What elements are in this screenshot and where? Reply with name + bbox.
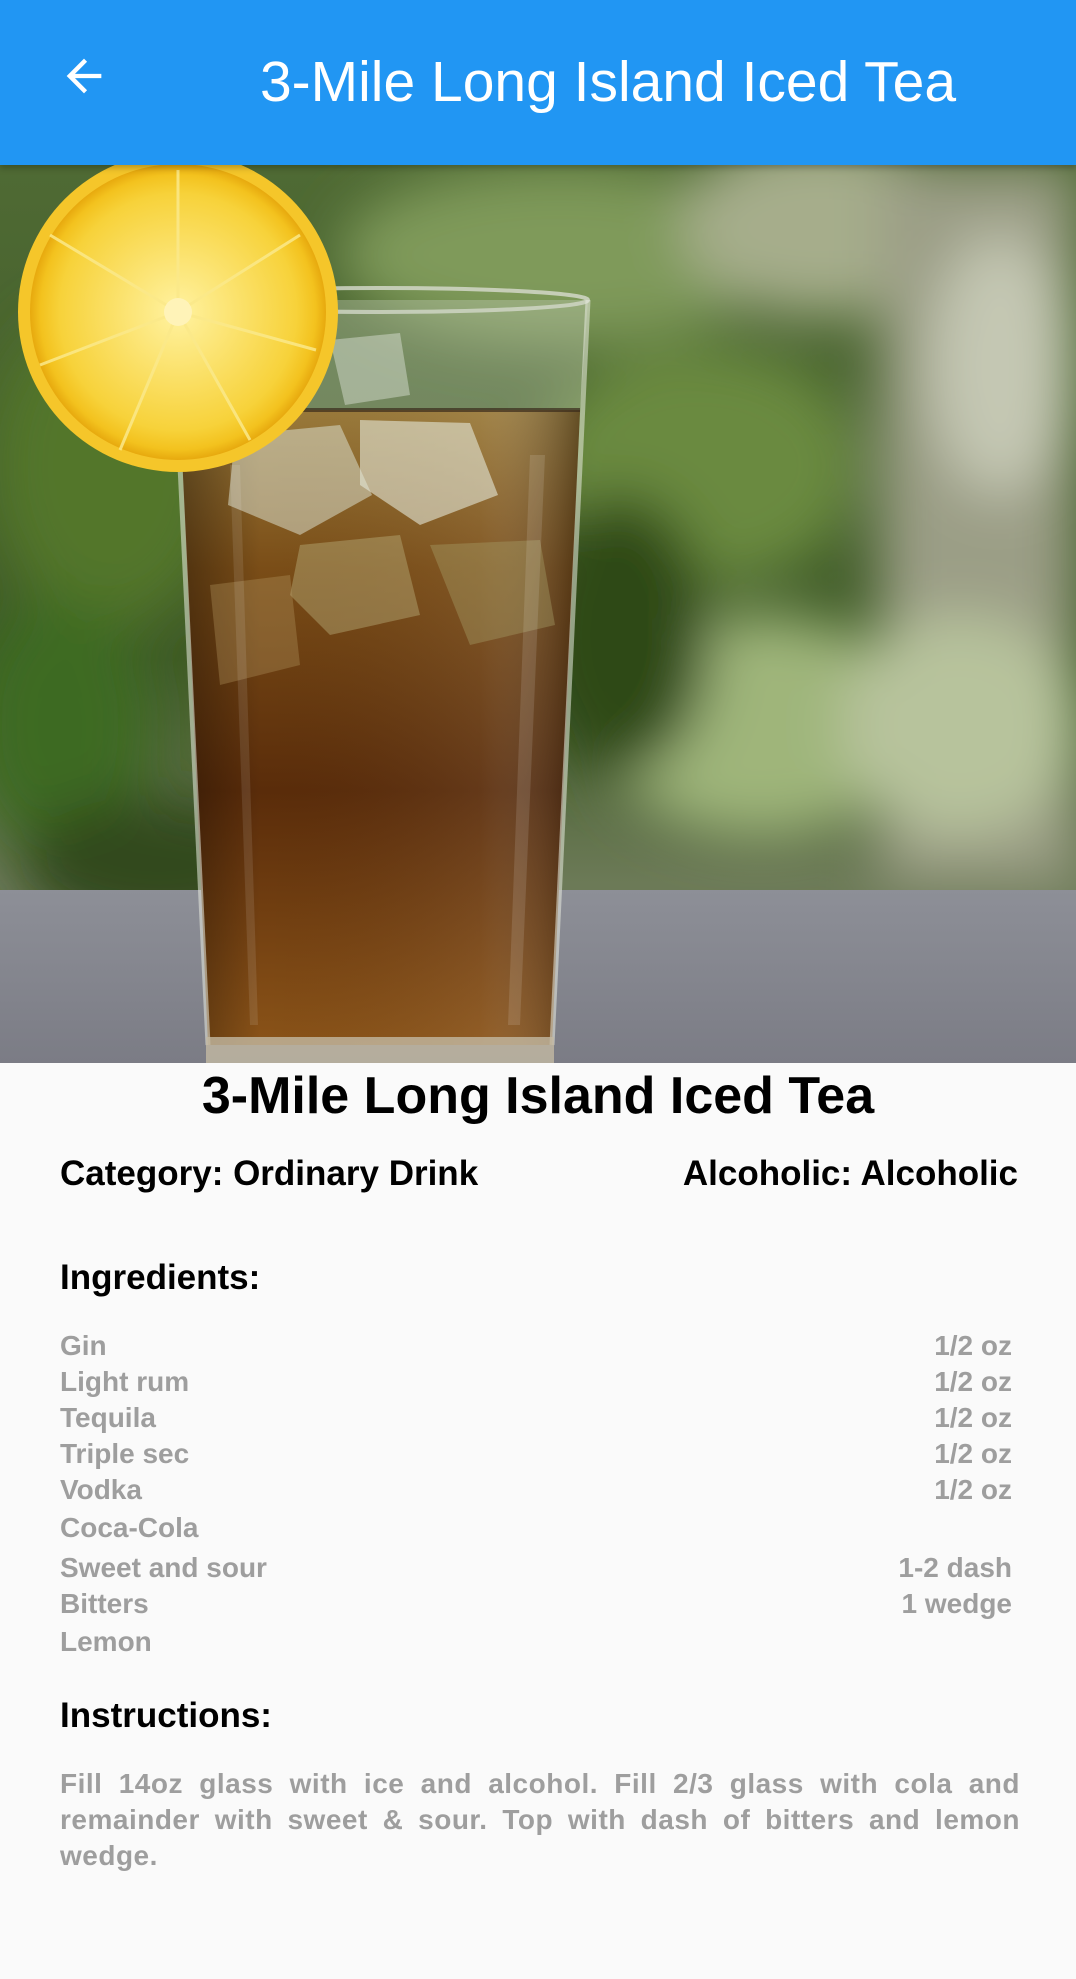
ingredient-measure: 1 wedge: [901, 1588, 1012, 1619]
category-label: Category: Ordinary Drink: [60, 1154, 479, 1193]
ingredient-row: Triple sec 1/2 oz: [60, 1436, 1012, 1472]
ingredient-name: Lemon: [60, 1626, 152, 1657]
ingredient-row: Bitters 1 wedge: [60, 1586, 1012, 1624]
ingredient-measure: 1/2 oz: [934, 1438, 1012, 1469]
app-bar: 3-Mile Long Island Iced Tea: [0, 0, 1076, 165]
ingredient-measure: 1/2 oz: [934, 1402, 1012, 1433]
ingredient-row: Vodka 1/2 oz: [60, 1472, 1012, 1510]
drink-title: 3-Mile Long Island Iced Tea: [201, 1067, 875, 1125]
ingredient-name: Gin: [60, 1330, 107, 1361]
alcoholic-label: Alcoholic: Alcoholic: [682, 1154, 1018, 1193]
ingredient-row: Gin 1/2 oz: [60, 1328, 1012, 1364]
app-bar-title: 3-Mile Long Island Iced Tea: [259, 50, 957, 114]
ingredient-name: Tequila: [60, 1402, 156, 1433]
ingredients-heading: Ingredients:: [60, 1258, 261, 1297]
ingredient-name: Bitters: [60, 1588, 149, 1619]
instructions-text: Fill 14oz glass with ice and alcohol. Fi…: [60, 1768, 1020, 1871]
ingredient-measure: 1/2 oz: [934, 1330, 1012, 1361]
drink-meta-row: Category: Ordinary Drink Alcoholic: Alco…: [60, 1152, 1018, 1196]
instructions-heading: Instructions:: [60, 1696, 272, 1735]
ingredient-name: Coca-Cola: [60, 1512, 199, 1543]
ingredient-measure: 1/2 oz: [934, 1474, 1012, 1505]
ingredient-name: Vodka: [60, 1474, 142, 1505]
ingredient-name: Triple sec: [60, 1438, 190, 1469]
ingredient-row: Coca-Cola: [60, 1510, 1012, 1550]
arrow-left-icon: [66, 58, 102, 94]
ingredient-row: Light rum 1/2 oz: [60, 1364, 1012, 1400]
ingredients-list: Gin 1/2 oz Light rum 1/2 oz Tequila 1/2 …: [60, 1328, 1012, 1660]
ingredient-measure: 1-2 dash: [898, 1552, 1012, 1583]
ingredient-row: Sweet and sour 1-2 dash: [60, 1550, 1012, 1586]
ingredient-measure: 1/2 oz: [934, 1366, 1012, 1397]
ingredient-name: Sweet and sour: [60, 1552, 267, 1583]
ingredient-row: Lemon: [60, 1624, 1012, 1660]
ingredient-name: Light rum: [60, 1366, 190, 1397]
drink-photo: [0, 165, 1076, 1063]
back-button[interactable]: [44, 36, 124, 116]
ingredient-row: Tequila 1/2 oz: [60, 1400, 1012, 1436]
